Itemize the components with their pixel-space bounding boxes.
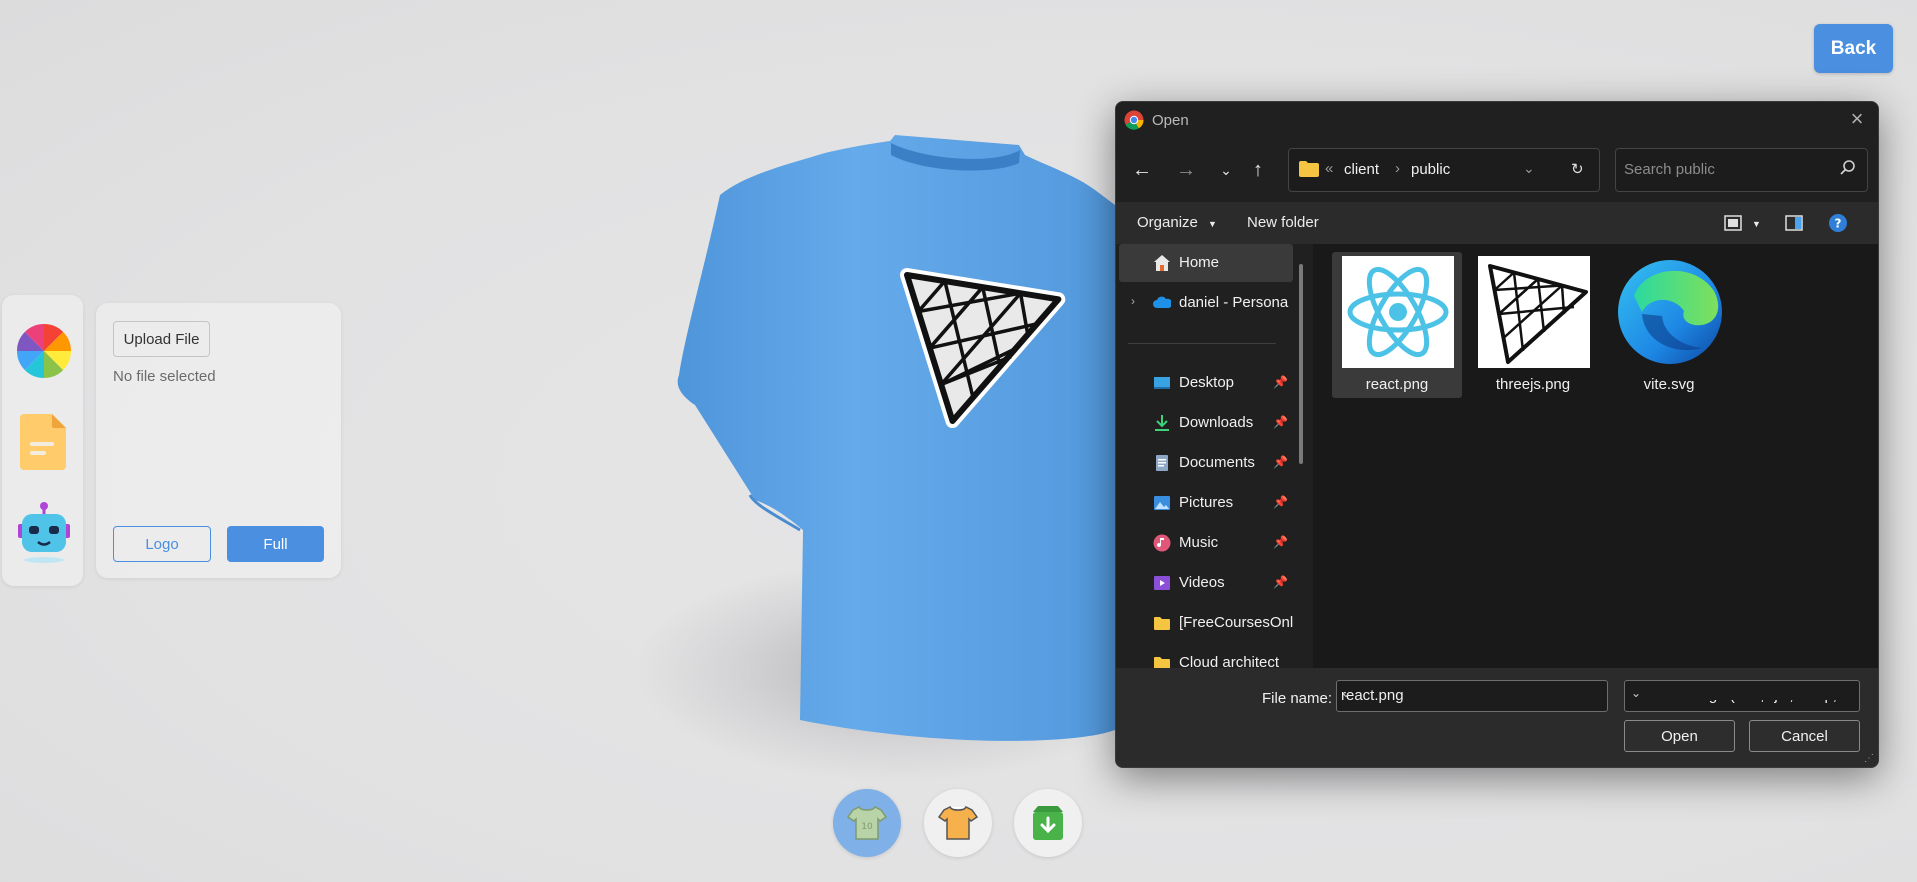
cancel-button[interactable]: Cancel xyxy=(1749,720,1860,752)
file-name-input[interactable]: react.png ⌄ xyxy=(1336,680,1608,712)
chevron-down-icon[interactable]: ⌄ xyxy=(1341,686,1601,700)
file-item-react[interactable]: react.png xyxy=(1332,252,1462,398)
chevron-down-icon[interactable]: ⌄ xyxy=(1628,686,1854,700)
full-button[interactable]: Full xyxy=(227,526,324,562)
file-name: vite.svg xyxy=(1643,376,1695,393)
folder-icon xyxy=(1154,657,1170,668)
file-list: react.png threejs.png vite.svg xyxy=(1313,244,1878,668)
folder-icon xyxy=(1154,617,1170,630)
videos-icon xyxy=(1154,576,1170,590)
search-input[interactable]: Search public xyxy=(1624,161,1715,178)
pin-icon: 📌 xyxy=(1273,575,1288,589)
logo-shirt-tab[interactable]: 10 xyxy=(833,789,901,857)
pin-icon: 📌 xyxy=(1273,535,1288,549)
search-box[interactable]: Search public xyxy=(1615,148,1868,192)
file-name: threejs.png xyxy=(1495,376,1571,393)
upload-file-button[interactable]: Upload File xyxy=(113,321,210,357)
file-status: No file selected xyxy=(113,368,216,385)
download-icon xyxy=(1033,806,1063,840)
address-dropdown-icon[interactable]: ⌄ xyxy=(1523,160,1535,177)
react-logo-icon xyxy=(1342,256,1454,368)
pictures-icon xyxy=(1154,496,1170,510)
crumb-client[interactable]: client xyxy=(1344,161,1379,178)
crumb-separator: › xyxy=(1395,160,1400,177)
dialog-footer: File name: react.png ⌄ Fichiers image (*… xyxy=(1116,668,1878,767)
nav-item-home[interactable]: Home xyxy=(1119,244,1293,282)
color-wheel-icon[interactable] xyxy=(16,323,72,379)
documents-icon xyxy=(1156,455,1168,471)
pin-icon: 📌 xyxy=(1273,415,1288,429)
new-folder-button[interactable]: New folder xyxy=(1247,214,1319,231)
shirt-model[interactable] xyxy=(675,135,1120,765)
threejs-logo-icon xyxy=(1478,256,1590,368)
back-button[interactable]: Back xyxy=(1814,24,1893,73)
nav-item-downloads[interactable]: Downloads 📌 xyxy=(1116,404,1301,442)
address-overflow[interactable]: « xyxy=(1325,160,1333,177)
dialog-titlebar: Open × xyxy=(1116,102,1878,138)
chrome-icon xyxy=(1124,110,1144,130)
help-icon[interactable]: ? xyxy=(1828,213,1848,233)
nav-item-videos[interactable]: Videos 📌 xyxy=(1116,564,1301,602)
file-item-vite[interactable]: vite.svg xyxy=(1604,252,1734,398)
organize-button[interactable]: Organize xyxy=(1137,214,1198,231)
music-icon xyxy=(1153,534,1171,552)
open-file-dialog: Open × ← → ⌄ ↑ « client › public ⌄ ↻ Sea… xyxy=(1115,101,1879,768)
edge-browser-icon xyxy=(1618,260,1722,364)
dialog-title: Open xyxy=(1152,112,1189,129)
file-name-label: File name: xyxy=(1262,690,1333,707)
logo-button[interactable]: Logo xyxy=(113,526,211,562)
robot-icon[interactable] xyxy=(16,500,72,563)
desktop-icon xyxy=(1154,377,1170,389)
organize-chevron-icon: ▼ xyxy=(1208,219,1217,229)
file-name: react.png xyxy=(1365,376,1429,393)
downloads-icon xyxy=(1155,415,1169,431)
svg-text:10: 10 xyxy=(861,822,873,832)
up-arrow-icon[interactable]: ↑ xyxy=(1246,158,1270,182)
recent-locations-chevron-icon[interactable]: ⌄ xyxy=(1214,158,1238,182)
nav-item-onedrive[interactable]: › daniel - Persona xyxy=(1116,284,1301,322)
refresh-icon[interactable]: ↻ xyxy=(1571,160,1584,178)
nav-item-pictures[interactable]: Pictures 📌 xyxy=(1116,484,1301,522)
command-bar: Organize ▼ New folder ▼ ? xyxy=(1116,202,1878,244)
file-type-select[interactable]: Fichiers image (*.tiff;*.jfif;*.bmp; ⌄ xyxy=(1624,680,1860,712)
navigation-pane: Home › daniel - Persona Desktop 📌 Downlo… xyxy=(1116,244,1313,668)
nav-item-music[interactable]: Music 📌 xyxy=(1116,524,1301,562)
back-arrow-icon[interactable]: ← xyxy=(1130,158,1154,182)
svg-text:?: ? xyxy=(1835,217,1842,231)
close-icon[interactable]: × xyxy=(1846,108,1868,130)
open-button[interactable]: Open xyxy=(1624,720,1735,752)
expand-chevron-icon[interactable]: › xyxy=(1131,294,1135,308)
preview-pane-icon[interactable] xyxy=(1785,214,1803,232)
filepicker-panel: Upload File No file selected Logo Full xyxy=(96,303,341,578)
folder-icon xyxy=(1299,161,1319,177)
stylish-shirt-icon xyxy=(938,805,978,840)
pin-icon: 📌 xyxy=(1273,455,1288,469)
nav-scrollbar[interactable] xyxy=(1299,264,1303,464)
nav-item-documents[interactable]: Documents 📌 xyxy=(1116,444,1301,482)
search-icon xyxy=(1840,160,1855,175)
file-item-threejs[interactable]: threejs.png xyxy=(1468,252,1598,398)
nav-item-freecourses[interactable]: [FreeCoursesOnl xyxy=(1116,604,1301,642)
crumb-public[interactable]: public xyxy=(1411,161,1450,178)
pin-icon: 📌 xyxy=(1273,375,1288,389)
download-tab[interactable] xyxy=(1014,789,1082,857)
nav-item-cloud-architect[interactable]: Cloud architect xyxy=(1116,644,1301,668)
stylish-shirt-tab[interactable] xyxy=(924,789,992,857)
logo-shirt-icon: 10 xyxy=(847,805,887,840)
file-icon[interactable] xyxy=(16,410,72,470)
editor-tabs xyxy=(2,295,83,586)
resize-grip-icon[interactable]: ⋰ xyxy=(1864,753,1876,765)
onedrive-cloud-icon xyxy=(1153,296,1171,308)
view-chevron-icon[interactable]: ▼ xyxy=(1752,219,1761,229)
address-bar[interactable]: « client › public ⌄ ↻ xyxy=(1288,148,1600,192)
home-icon xyxy=(1154,255,1170,271)
nav-item-desktop[interactable]: Desktop 📌 xyxy=(1116,364,1301,402)
forward-arrow-icon[interactable]: → xyxy=(1174,158,1198,182)
dialog-navbar: ← → ⌄ ↑ « client › public ⌄ ↻ Search pub… xyxy=(1116,138,1878,202)
nav-divider xyxy=(1128,343,1276,344)
view-layout-icon[interactable] xyxy=(1724,214,1742,232)
pin-icon: 📌 xyxy=(1273,495,1288,509)
